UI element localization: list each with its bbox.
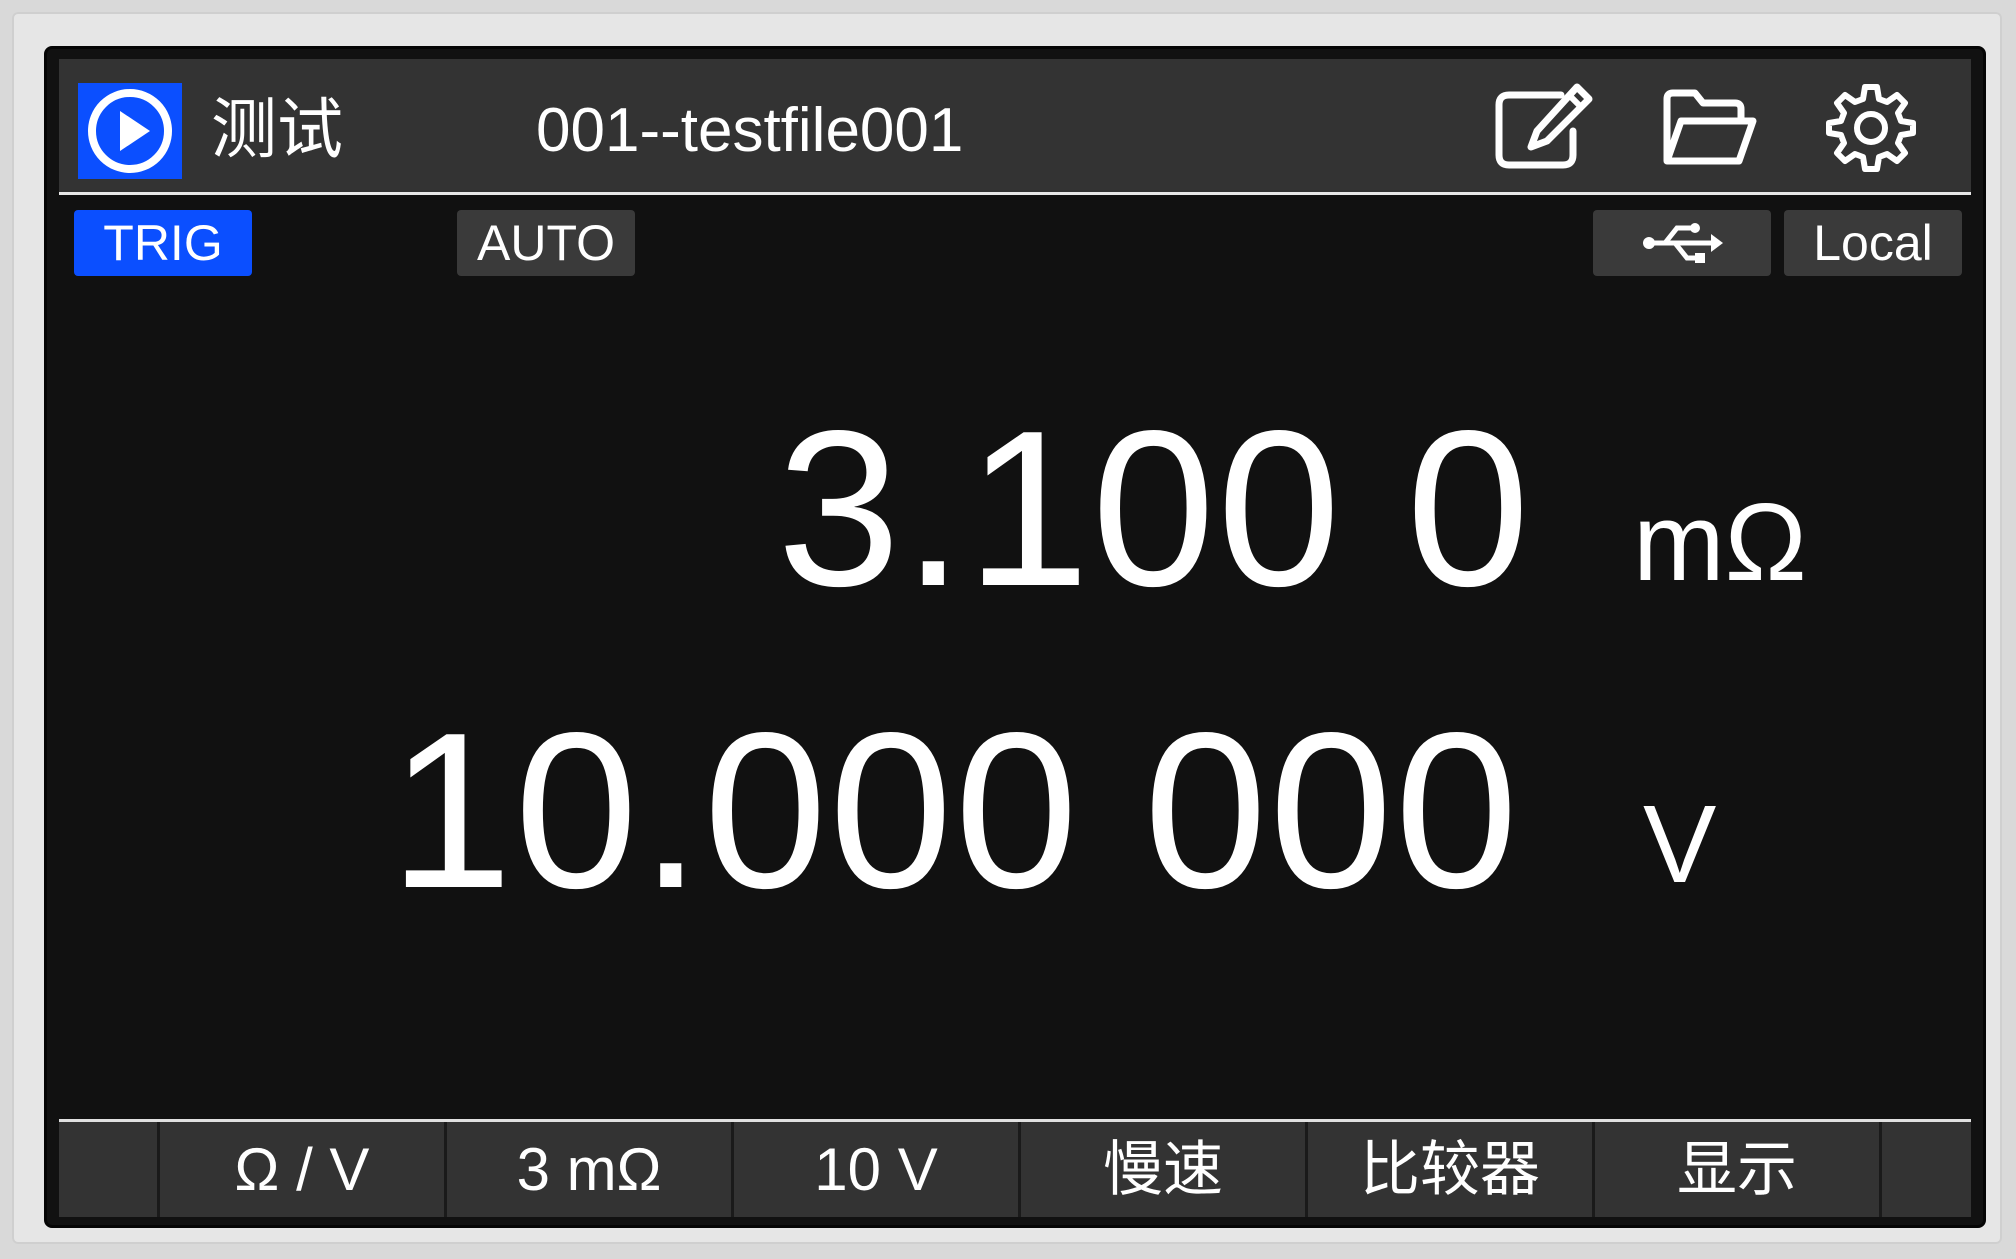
page-title: 测试	[211, 92, 343, 166]
softkey-blank-right	[1879, 1122, 1971, 1217]
softkey-speed[interactable]: 慢速	[1018, 1122, 1305, 1217]
resistance-value: 3.100 0	[777, 385, 1532, 633]
usb-icon	[1643, 223, 1723, 263]
usb-badge	[1593, 210, 1771, 276]
softkey-voltage-range[interactable]: 10 V	[731, 1122, 1018, 1217]
edit-icon[interactable]	[1491, 81, 1595, 173]
folder-open-icon[interactable]	[1659, 81, 1759, 173]
softkey-resistance-range[interactable]: 3 mΩ	[444, 1122, 731, 1217]
voltage-unit: V	[1643, 783, 1717, 906]
display-frame: 测试 001--testfile001 TRIG AUTO Local 3.10…	[44, 46, 1986, 1228]
file-name[interactable]: 001--testfile001	[536, 93, 963, 169]
softkey-display[interactable]: 显示	[1592, 1122, 1879, 1217]
play-icon	[88, 89, 172, 173]
softkey-comparator[interactable]: 比较器	[1305, 1122, 1592, 1217]
local-badge[interactable]: Local	[1784, 210, 1962, 276]
voltage-value: 10.000 000	[389, 687, 1521, 935]
auto-badge[interactable]: AUTO	[457, 210, 635, 276]
instrument-screen: 测试 001--testfile001 TRIG AUTO Local 3.10…	[59, 59, 1971, 1217]
gear-icon[interactable]	[1825, 81, 1917, 173]
softkey-bar: Ω / V 3 mΩ 10 V 慢速 比较器 显示	[59, 1119, 1971, 1217]
softkey-function[interactable]: Ω / V	[157, 1122, 444, 1217]
header-bar: 测试 001--testfile001	[59, 59, 1971, 195]
resistance-unit: mΩ	[1633, 481, 1807, 604]
softkey-blank-left	[59, 1122, 157, 1217]
run-button[interactable]	[78, 83, 182, 179]
trig-badge[interactable]: TRIG	[74, 210, 252, 276]
